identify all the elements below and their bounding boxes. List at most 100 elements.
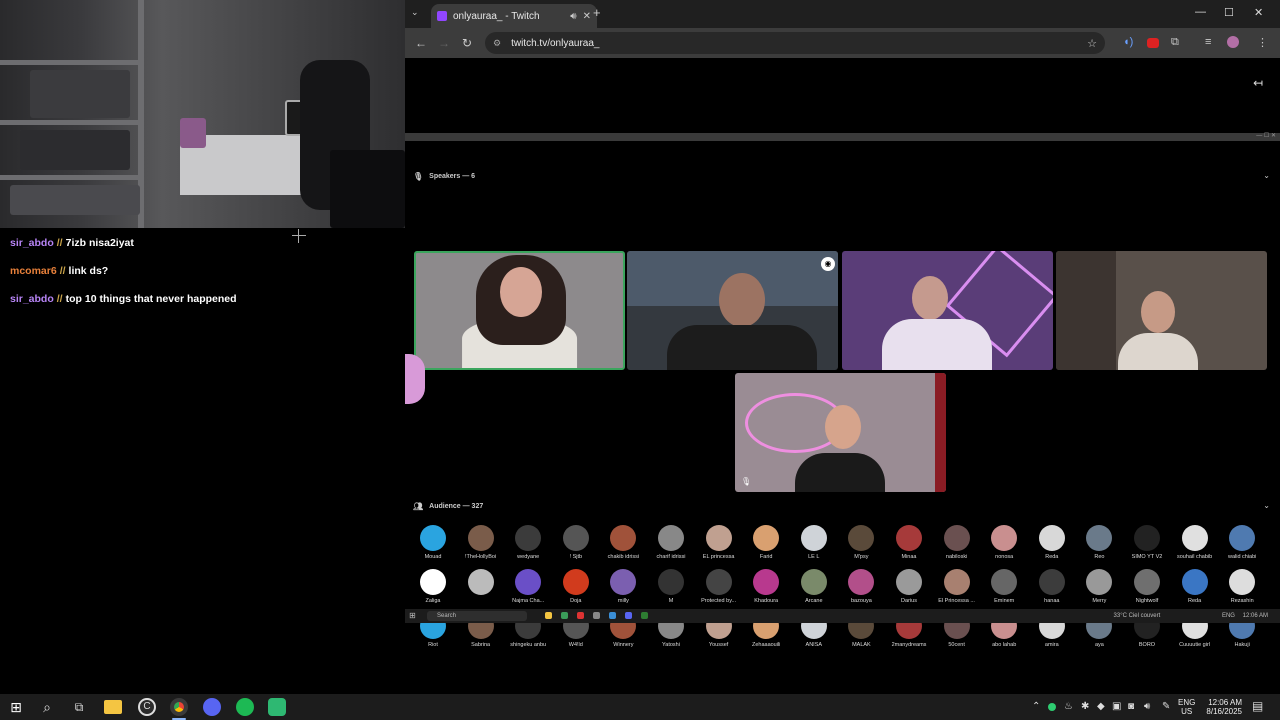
tray-overflow-chevron-icon[interactable]: ⌃ — [1032, 701, 1040, 712]
stream-video[interactable]: — ☐ ✕ 🎙︎ Speakers — 6 ⌄ ◉ 🎙︎ 👥︎ Audience… — [405, 133, 1280, 648]
tray-display-icon[interactable]: ▣ — [1112, 701, 1121, 712]
audience-member[interactable]: Zaliga — [410, 569, 456, 604]
forward-button[interactable]: → — [438, 36, 450, 50]
profile-avatar[interactable] — [1227, 36, 1239, 48]
audience-member-name: abo lahab — [992, 642, 1017, 648]
app-icon[interactable] — [268, 698, 286, 716]
discord-icon[interactable] — [203, 698, 221, 716]
spotify-icon[interactable] — [236, 698, 254, 716]
audience-member[interactable]: Farid — [743, 525, 789, 560]
audience-member[interactable]: Minaa — [886, 525, 932, 560]
audience-member[interactable]: nabiloski — [934, 525, 980, 560]
tray-bluetooth-icon[interactable]: ✱ — [1081, 701, 1089, 712]
audience-member-name: Merry — [1092, 598, 1107, 604]
start-windows-icon[interactable]: ⊞ — [7, 698, 25, 716]
back-button[interactable]: ← — [415, 36, 427, 50]
audience-member[interactable]: M'psy — [838, 525, 884, 560]
audience-member[interactable]: milly — [600, 569, 646, 604]
bookmark-star-icon[interactable]: ☆ — [1087, 37, 1097, 50]
audience-member[interactable]: Protected by... — [696, 569, 742, 604]
audience-member[interactable]: ! Sjtb — [553, 525, 599, 560]
audience-member[interactable]: Nightwolf — [1124, 569, 1170, 604]
close-window-button[interactable]: ✕ — [1254, 6, 1263, 19]
clock[interactable]: 12:06 AM 8/16/2025 — [1200, 698, 1242, 716]
speaker-background — [1056, 251, 1116, 370]
tray-camera-icon[interactable]: ◙ — [1128, 701, 1134, 712]
site-info-icon[interactable]: ⚙ — [493, 38, 501, 49]
audience-member[interactable]: Mouad — [410, 525, 456, 560]
audience-member-name: hanaa — [1044, 598, 1060, 604]
audience-member[interactable]: Merry — [1076, 569, 1122, 604]
audience-member[interactable]: hanaa — [1029, 569, 1075, 604]
reading-list-icon[interactable]: ≡ — [1205, 36, 1211, 48]
audience-chevron-down-icon[interactable]: ⌄ — [1263, 501, 1270, 510]
audience-member[interactable]: El Princessa ... — [934, 569, 980, 604]
inner-app-icon — [609, 612, 616, 619]
audience-member[interactable]: Najma Cha... — [505, 569, 551, 604]
menu-kebab-icon[interactable]: ⋮ — [1257, 36, 1268, 49]
maximize-button[interactable]: ☐ — [1224, 6, 1234, 19]
audience-member[interactable]: !TheHollyBoi — [458, 525, 504, 560]
audience-member[interactable]: Doja — [553, 569, 599, 604]
tray-pen-icon[interactable]: ✎ — [1162, 701, 1170, 712]
audience-member[interactable]: chakib idrissi — [600, 525, 646, 560]
file-explorer-icon[interactable] — [104, 700, 122, 714]
audience-member[interactable]: LE L — [791, 525, 837, 560]
extensions-icon[interactable]: ⧉ — [1171, 36, 1179, 49]
ccleaner-icon[interactable]: C — [138, 698, 156, 716]
audience-member[interactable]: Khadoura — [743, 569, 789, 604]
audience-member[interactable]: Reda — [1029, 525, 1075, 560]
extension-translate-icon[interactable]: ◖) — [1123, 36, 1133, 48]
audience-member[interactable]: Rezashin — [1219, 569, 1265, 604]
speaker-body — [795, 453, 885, 492]
address-bar[interactable]: ⚙ twitch.tv/onlyauraa_ ☆ — [485, 32, 1105, 54]
audience-member[interactable]: EL princessa — [696, 525, 742, 560]
speaker-tile[interactable]: ◉ — [627, 251, 838, 370]
language-indicator[interactable]: ENG US — [1178, 698, 1195, 716]
inner-window-controls: — ☐ ✕ — [1256, 133, 1276, 139]
chrome-icon[interactable] — [170, 698, 188, 716]
reload-button[interactable]: ↻ — [462, 36, 472, 50]
crosshair-cursor-icon — [292, 229, 306, 243]
audience-member[interactable] — [458, 569, 504, 598]
tray-steam-icon[interactable]: ♨ — [1064, 701, 1073, 712]
notifications-icon[interactable]: ▤ — [1252, 699, 1263, 713]
audience-member[interactable]: charif idrissi — [648, 525, 694, 560]
audience-header: 👥︎ Audience — 327 — [413, 502, 483, 511]
tab-search-button[interactable]: ⌄ — [411, 7, 419, 18]
collapse-chat-icon[interactable]: ↤ — [1253, 76, 1263, 90]
audience-member[interactable]: M — [648, 569, 694, 604]
speaker-tile[interactable]: 🎙︎ — [735, 373, 946, 492]
tray-app-icon[interactable]: ◆ — [1097, 701, 1105, 712]
audience-member[interactable]: bazouya — [838, 569, 884, 604]
inner-app-icon — [561, 612, 568, 619]
speakers-chevron-down-icon[interactable]: ⌄ — [1263, 171, 1270, 180]
speaker-tile[interactable] — [414, 251, 625, 370]
audience-member[interactable]: SIMO YT V2 — [1124, 525, 1170, 560]
speaker-face — [719, 273, 765, 327]
search-icon[interactable]: ⌕ — [38, 698, 56, 716]
tray-volume-icon[interactable]: 🔊︎ — [1144, 701, 1150, 712]
task-view-icon[interactable]: ⧉ — [70, 698, 88, 716]
audience-member[interactable]: walid chiabi — [1219, 525, 1265, 560]
audience-member[interactable]: Eminem — [981, 569, 1027, 604]
close-tab-icon[interactable]: ✕ — [583, 11, 591, 22]
audience-member-name: Protected by... — [701, 598, 737, 604]
audience-member[interactable]: wedyane — [505, 525, 551, 560]
audience-member[interactable]: Reda — [1172, 569, 1218, 604]
audience-member[interactable]: nonosa — [981, 525, 1027, 560]
speaker-icon[interactable]: 🔊︎ — [570, 11, 576, 22]
tab-twitch[interactable]: onlyauraa_ - Twitch 🔊︎ ✕ — [431, 4, 597, 28]
avatar — [610, 569, 637, 595]
speaker-tile[interactable] — [842, 251, 1053, 370]
minimize-button[interactable]: — — [1195, 6, 1206, 18]
tray-status-dot-icon[interactable] — [1048, 703, 1056, 711]
audience-member[interactable]: Darius — [886, 569, 932, 604]
audience-member[interactable]: Reo — [1076, 525, 1122, 560]
speaker-tile[interactable] — [1056, 251, 1267, 370]
audience-member[interactable]: Arcane — [791, 569, 837, 604]
new-tab-button[interactable]: + — [593, 5, 601, 20]
extension-record-icon[interactable] — [1147, 38, 1159, 48]
audience-member[interactable]: souhail chabib — [1172, 525, 1218, 560]
audience-member-name: milly — [617, 598, 629, 604]
